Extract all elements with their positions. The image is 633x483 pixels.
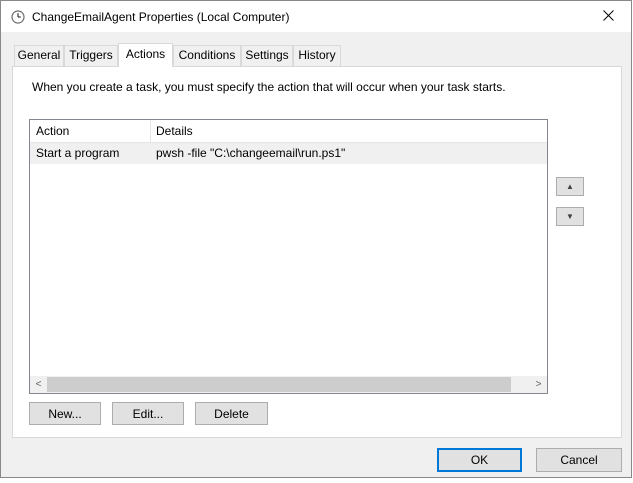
scroll-right-button[interactable]: > bbox=[530, 376, 547, 393]
chevron-right-icon: > bbox=[535, 379, 542, 390]
actions-panel: When you create a task, you must specify… bbox=[12, 66, 622, 438]
close-icon bbox=[602, 9, 614, 24]
title-bar: ChangeEmailAgent Properties (Local Compu… bbox=[1, 1, 631, 32]
list-header: Action Details bbox=[30, 120, 547, 143]
task-properties-dialog: ChangeEmailAgent Properties (Local Compu… bbox=[0, 0, 632, 478]
chevron-left-icon: < bbox=[35, 379, 42, 390]
tab-actions[interactable]: Actions bbox=[118, 43, 173, 67]
arrow-down-icon: ▼ bbox=[566, 212, 574, 221]
table-row[interactable]: Start a program pwsh -file "C:\changeema… bbox=[30, 143, 547, 164]
row-action-cell: Start a program bbox=[36, 146, 120, 160]
close-button[interactable] bbox=[585, 1, 631, 32]
column-header-details[interactable]: Details bbox=[156, 124, 193, 138]
tab-general[interactable]: General bbox=[14, 45, 64, 66]
tab-conditions[interactable]: Conditions bbox=[173, 45, 241, 66]
tab-history[interactable]: History bbox=[293, 45, 341, 66]
row-details-cell: pwsh -file "C:\changeemail\run.ps1" bbox=[156, 146, 346, 160]
column-header-action[interactable]: Action bbox=[36, 124, 69, 138]
cancel-button[interactable]: Cancel bbox=[536, 448, 622, 472]
actions-intro-text: When you create a task, you must specify… bbox=[32, 80, 506, 94]
actions-list[interactable]: Action Details Start a program pwsh -fil… bbox=[29, 119, 548, 394]
move-down-button[interactable]: ▼ bbox=[556, 207, 584, 226]
clock-icon bbox=[11, 10, 25, 24]
window-title: ChangeEmailAgent Properties (Local Compu… bbox=[32, 10, 290, 24]
scroll-thumb[interactable] bbox=[47, 377, 511, 392]
horizontal-scrollbar[interactable]: < > bbox=[30, 376, 547, 393]
edit-action-button[interactable]: Edit... bbox=[112, 402, 184, 425]
tab-settings[interactable]: Settings bbox=[241, 45, 293, 66]
ok-button[interactable]: OK bbox=[437, 448, 522, 472]
tab-triggers[interactable]: Triggers bbox=[64, 45, 118, 66]
scroll-left-button[interactable]: < bbox=[30, 376, 47, 393]
move-up-button[interactable]: ▲ bbox=[556, 177, 584, 196]
column-divider[interactable] bbox=[150, 120, 151, 142]
arrow-up-icon: ▲ bbox=[566, 182, 574, 191]
new-action-button[interactable]: New... bbox=[29, 402, 101, 425]
delete-action-button[interactable]: Delete bbox=[195, 402, 268, 425]
